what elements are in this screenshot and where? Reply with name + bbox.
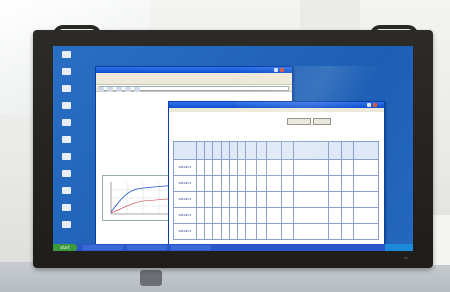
table-header-cell bbox=[255, 141, 268, 160]
table-row[interactable]: 2004/5/11 bbox=[173, 159, 379, 176]
table-row[interactable]: 2004/5/11 bbox=[173, 207, 379, 224]
date-cell: 2004/5/11 bbox=[173, 159, 197, 176]
front-window-menubar[interactable] bbox=[169, 108, 384, 112]
table-header-cell bbox=[237, 141, 247, 160]
shortcut-icon bbox=[61, 170, 71, 177]
computer-icon bbox=[61, 68, 71, 75]
table-header-cell bbox=[204, 141, 214, 160]
front-window-button[interactable] bbox=[313, 118, 331, 125]
back-window-toolbar bbox=[96, 77, 292, 92]
date-cell: 2004/5/11 bbox=[173, 175, 197, 192]
taskbar-item[interactable] bbox=[83, 245, 123, 250]
desktop-icon[interactable] bbox=[57, 85, 75, 98]
table-header-cell bbox=[220, 141, 230, 160]
table-row[interactable]: 2004/5/11 bbox=[173, 175, 379, 192]
refresh-icon[interactable] bbox=[125, 87, 131, 92]
table-header-cell bbox=[293, 141, 330, 160]
table-header-cell bbox=[228, 141, 239, 160]
table-header-cell bbox=[212, 141, 222, 160]
front-window-button[interactable] bbox=[287, 118, 311, 125]
forward-arrow-icon[interactable] bbox=[107, 87, 113, 92]
table-header-cell bbox=[245, 141, 257, 160]
table-header-cell bbox=[353, 141, 379, 160]
table-header-cell bbox=[280, 141, 295, 160]
table-header-cell bbox=[328, 141, 342, 160]
desktop-icon[interactable] bbox=[57, 102, 75, 115]
start-button[interactable]: start bbox=[53, 244, 77, 251]
shortcut-icon bbox=[61, 187, 71, 194]
network-icon bbox=[61, 85, 71, 92]
back-arrow-icon[interactable] bbox=[98, 87, 104, 92]
system-tray bbox=[385, 244, 413, 251]
date-cell: 2004/5/11 bbox=[173, 223, 197, 240]
recycle-bin-icon bbox=[61, 119, 71, 126]
desktop-icon[interactable] bbox=[57, 204, 75, 217]
shortcut-icon bbox=[61, 136, 71, 143]
shortcut-icon bbox=[61, 153, 71, 160]
front-browser-window[interactable]: 2004/5/11 2004/5/11 2004/5/11 2004/5/11 … bbox=[168, 101, 385, 245]
table-row[interactable]: 2004/5/11 bbox=[173, 191, 379, 208]
results-table: 2004/5/11 2004/5/11 2004/5/11 2004/5/11 … bbox=[173, 141, 379, 240]
close-icon[interactable] bbox=[280, 68, 284, 72]
folder-icon bbox=[61, 51, 71, 58]
desktop-icon[interactable] bbox=[57, 187, 75, 200]
table-row[interactable]: 2004/5/11 bbox=[173, 223, 379, 240]
minimize-icon[interactable] bbox=[367, 103, 371, 107]
desktop-icon[interactable] bbox=[57, 170, 75, 183]
table-header-cell bbox=[266, 141, 282, 160]
date-cell: 2004/5/11 bbox=[173, 207, 197, 224]
table-header-cell bbox=[195, 141, 206, 160]
desktop-icon[interactable] bbox=[57, 221, 75, 234]
desktop-icon[interactable] bbox=[57, 136, 75, 149]
desktop-icon[interactable] bbox=[57, 153, 75, 166]
taskbar-item[interactable] bbox=[171, 245, 211, 250]
table-header-cell bbox=[340, 141, 355, 160]
shortcut-icon bbox=[61, 221, 71, 228]
desktop-icon[interactable] bbox=[57, 51, 75, 64]
desktop-icon[interactable] bbox=[57, 68, 75, 81]
table-header-cell bbox=[173, 141, 197, 160]
floor-object bbox=[140, 270, 162, 286]
minimize-icon[interactable] bbox=[274, 68, 278, 72]
close-icon[interactable] bbox=[373, 103, 377, 107]
stop-icon[interactable] bbox=[116, 87, 122, 92]
date-cell: 2004/5/11 bbox=[173, 191, 197, 208]
taskbar-item[interactable] bbox=[127, 245, 167, 250]
monitor-screen: 2004/5/11 2004/5/11 2004/5/11 2004/5/11 … bbox=[53, 46, 413, 251]
home-icon[interactable] bbox=[134, 87, 140, 92]
shortcut-icon bbox=[61, 204, 71, 211]
browser-icon bbox=[61, 102, 71, 109]
desktop-icon[interactable] bbox=[57, 119, 75, 132]
table-header-row bbox=[173, 141, 379, 160]
power-indicator bbox=[404, 257, 408, 259]
